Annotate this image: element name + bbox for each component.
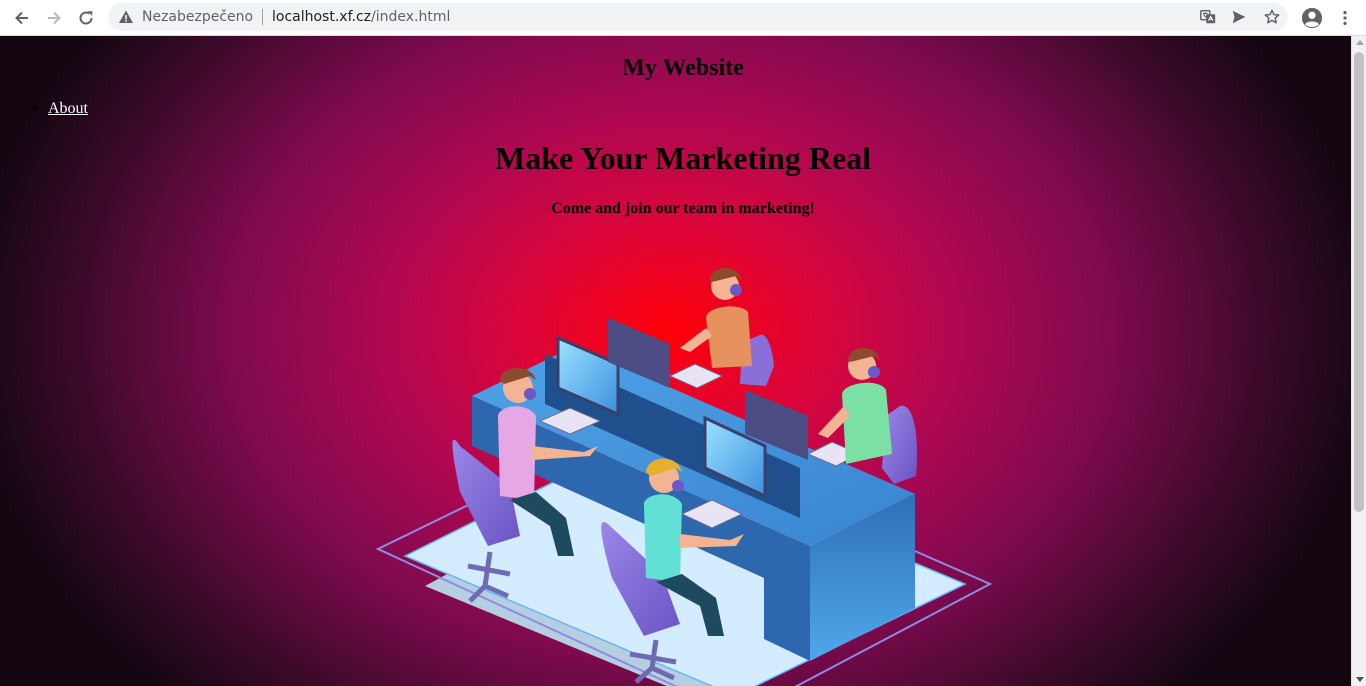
page-viewport: My Website About Make Your Marketing Rea…	[0, 36, 1351, 686]
browser-menu-button[interactable]	[1331, 4, 1359, 32]
url-text[interactable]: localhost.xf.cz/index.html	[272, 8, 450, 26]
profile-button[interactable]	[1298, 4, 1326, 32]
reload-icon	[79, 11, 93, 25]
bookmark-button[interactable]	[1262, 7, 1282, 27]
nav-item-about: About	[48, 100, 88, 118]
site-nav: About	[30, 100, 88, 118]
about-link[interactable]: About	[48, 100, 88, 117]
forward-arrow-icon	[48, 11, 61, 25]
kebab-menu-icon	[1343, 10, 1347, 26]
vertical-scrollbar[interactable]	[1351, 36, 1366, 686]
scroll-thumb[interactable]	[1354, 52, 1364, 512]
url-host: localhost.xf.cz	[272, 9, 371, 25]
translate-icon	[1200, 9, 1216, 24]
browser-toolbar: Nezabezpečeno localhost.xf.cz/index.html	[0, 0, 1366, 36]
site-title: My Website	[622, 55, 744, 81]
star-icon	[1264, 9, 1280, 24]
marketing-team-illustration	[375, 268, 993, 686]
scroll-down-arrow-icon[interactable]	[1356, 677, 1364, 682]
send-button[interactable]	[1229, 7, 1249, 27]
send-icon	[1232, 10, 1246, 24]
address-bar[interactable]: Nezabezpečeno localhost.xf.cz/index.html	[108, 3, 1288, 31]
scroll-up-arrow-icon[interactable]	[1356, 40, 1364, 45]
security-status[interactable]: Nezabezpečeno	[142, 8, 253, 26]
forward-button[interactable]	[40, 4, 68, 32]
warning-triangle-icon	[119, 10, 133, 23]
reload-button[interactable]	[72, 4, 100, 32]
url-path: /index.html	[370, 9, 451, 25]
profile-icon	[1301, 7, 1323, 29]
translate-button[interactable]	[1198, 7, 1218, 27]
hero-subtitle: Come and join our team in marketing!	[551, 200, 815, 217]
hero-title: Make Your Marketing Real	[495, 140, 871, 176]
back-arrow-icon	[15, 11, 28, 25]
address-separator	[262, 9, 263, 25]
back-button[interactable]	[8, 4, 36, 32]
